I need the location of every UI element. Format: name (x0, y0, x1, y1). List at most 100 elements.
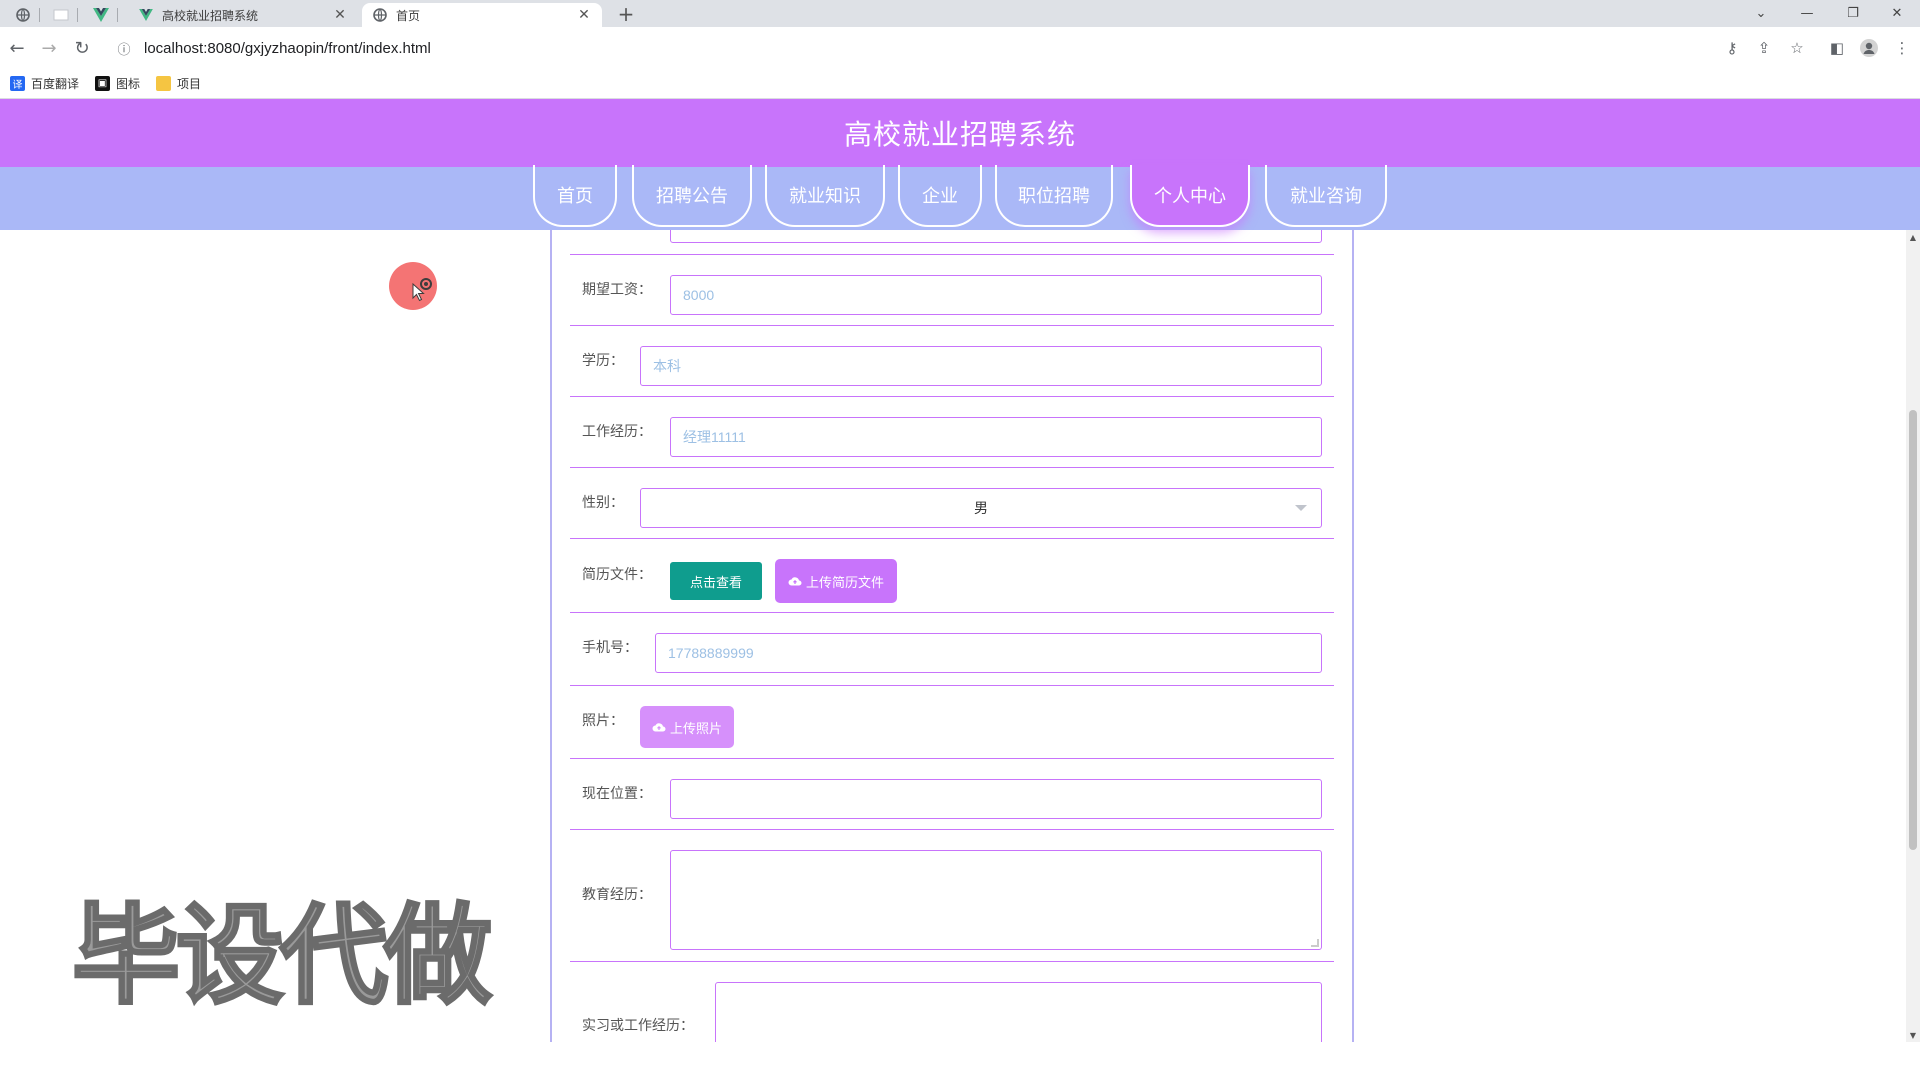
gender-selected-value: 男 (974, 500, 988, 516)
address-bar[interactable]: ⓘ localhost:8080/gxjyzhaopin/front/index… (106, 32, 1906, 64)
cloud-upload-icon (652, 723, 666, 732)
profile-avatar[interactable] (1857, 36, 1881, 60)
scroll-up-icon[interactable]: ▲ (1906, 230, 1920, 244)
education-label: 学历： (582, 353, 624, 369)
main-nav: 首页 招聘公告 就业知识 企业 职位招聘 个人中心 就业咨询 (0, 165, 1920, 230)
internship-label: 实习或工作经历： (582, 1018, 694, 1034)
nav-companies[interactable]: 企业 (898, 165, 982, 227)
reload-icon[interactable]: ↻ (70, 36, 94, 60)
restore-icon[interactable]: ❐ (1830, 0, 1876, 27)
divider (570, 829, 1334, 830)
education-history-textarea[interactable] (670, 850, 1322, 950)
vue-logo-icon (93, 8, 109, 22)
folder-icon (156, 76, 172, 91)
upload-photo-button[interactable]: 上传照片 (640, 706, 734, 748)
education-input[interactable]: 本科 (640, 346, 1322, 386)
close-window-icon[interactable]: ✕ (1874, 0, 1920, 27)
watermark-text: 毕设代做 (70, 893, 493, 1021)
browser-tab-strip: 高校就业招聘系统 ✕ 首页 ✕ + ⌄ — ❐ ✕ (0, 0, 1920, 27)
divider (570, 254, 1334, 255)
blank-page-icon (53, 9, 69, 21)
phone-label: 手机号： (582, 640, 638, 656)
chevron-down-icon (1295, 505, 1307, 511)
upload-photo-label: 上传照片 (669, 721, 722, 737)
key-icon[interactable]: ⚷ (1720, 36, 1744, 60)
url-text[interactable]: localhost:8080/gxjyzhaopin/front/index.h… (144, 40, 431, 57)
close-tab-icon[interactable]: ✕ (576, 7, 592, 23)
resize-grip-icon[interactable] (1311, 939, 1319, 947)
bookmark-label: 图标 (116, 77, 141, 91)
close-tab-icon[interactable]: ✕ (332, 7, 348, 23)
location-input[interactable] (670, 779, 1322, 819)
work-experience-input[interactable]: 经理11111 (670, 417, 1322, 457)
nav-home[interactable]: 首页 (533, 165, 617, 227)
new-tab-button[interactable]: + (614, 2, 638, 26)
view-resume-button[interactable]: 点击查看 (670, 562, 762, 600)
location-label: 现在位置： (582, 786, 652, 802)
divider (570, 538, 1334, 539)
nav-job-postings[interactable]: 职位招聘 (995, 165, 1113, 227)
tab-title: 高校就业招聘系统 (162, 8, 259, 23)
bookmark-label: 百度翻译 (31, 77, 80, 91)
globe-icon (16, 8, 30, 22)
site-header: 高校就业招聘系统 (0, 99, 1920, 167)
share-icon[interactable]: ⇪ (1752, 36, 1776, 60)
back-icon[interactable]: ← (5, 36, 29, 60)
bottom-blank-area (0, 1042, 1920, 1072)
divider (570, 325, 1334, 326)
nav-employment-knowledge[interactable]: 就业知识 (765, 165, 885, 227)
cursor-highlight (389, 262, 437, 310)
phone-input[interactable]: 17788889999 (655, 633, 1322, 673)
divider (570, 758, 1334, 759)
page-viewport: 高校就业招聘系统 首页 招聘公告 就业知识 企业 职位招聘 个人中心 就业咨询 … (0, 99, 1920, 1042)
divider (570, 961, 1334, 962)
tab-home[interactable]: 首页 ✕ (362, 3, 602, 27)
minimize-icon[interactable]: — (1784, 0, 1830, 27)
bookmark-baidu-translate[interactable]: 译 百度翻译 (10, 75, 79, 92)
nav-announcements[interactable]: 招聘公告 (632, 165, 752, 227)
divider (570, 612, 1334, 613)
bookmarks-bar: 译 百度翻译 ▣ 图标 项目 (0, 69, 1920, 99)
scroll-down-icon[interactable]: ▼ (1906, 1028, 1920, 1042)
nav-consultation[interactable]: 就业咨询 (1265, 165, 1387, 227)
tab-recruitment-system[interactable]: 高校就业招聘系统 ✕ (128, 3, 358, 27)
browser-toolbar: ← → ↻ ⓘ localhost:8080/gxjyzhaopin/front… (0, 27, 1920, 69)
cloud-upload-icon (788, 577, 802, 586)
divider (570, 396, 1334, 397)
pinned-tab-blank[interactable] (44, 3, 78, 27)
image-icon: ▣ (95, 76, 111, 91)
scrollbar-thumb[interactable] (1909, 410, 1917, 850)
gender-select[interactable]: 男 (640, 488, 1322, 528)
mouse-pointer-icon (412, 278, 432, 302)
nav-personal-center[interactable]: 个人中心 (1130, 165, 1250, 227)
pinned-tab-vue[interactable] (84, 3, 118, 27)
bookmark-project-folder[interactable]: 项目 (156, 75, 201, 92)
pinned-tab-globe[interactable] (6, 3, 40, 27)
upload-resume-button[interactable]: 上传简历文件 (775, 559, 897, 603)
site-title: 高校就业招聘系统 (843, 118, 1076, 151)
bookmark-star-icon[interactable]: ☆ (1785, 36, 1809, 60)
globe-icon (372, 7, 388, 23)
bookmark-label: 项目 (177, 77, 202, 91)
divider (570, 685, 1334, 686)
expected-salary-input[interactable]: 8000 (670, 275, 1322, 315)
side-panel-icon[interactable]: ◧ (1825, 36, 1849, 60)
menu-kebab-icon[interactable]: ⋮ (1890, 36, 1914, 60)
tab-search-icon[interactable]: ⌄ (1738, 0, 1784, 27)
photo-label: 照片： (582, 713, 624, 729)
upload-resume-label: 上传简历文件 (805, 575, 884, 591)
translate-icon: 译 (10, 76, 25, 91)
work-experience-label: 工作经历： (582, 424, 652, 440)
expected-salary-label: 期望工资： (582, 282, 652, 298)
page-scrollbar[interactable]: ▲ ▼ (1906, 230, 1920, 1042)
site-info-icon[interactable]: ⓘ (114, 38, 134, 58)
internship-textarea[interactable] (715, 982, 1322, 1042)
resume-label: 简历文件： (582, 567, 652, 583)
education-history-label: 教育经历： (582, 887, 652, 903)
divider (570, 467, 1334, 468)
vue-logo-icon (138, 7, 154, 23)
gender-label: 性别： (582, 495, 624, 511)
forward-icon[interactable]: → (37, 36, 61, 60)
bookmark-icons[interactable]: ▣ 图标 (95, 75, 140, 92)
tab-title: 首页 (396, 8, 421, 23)
